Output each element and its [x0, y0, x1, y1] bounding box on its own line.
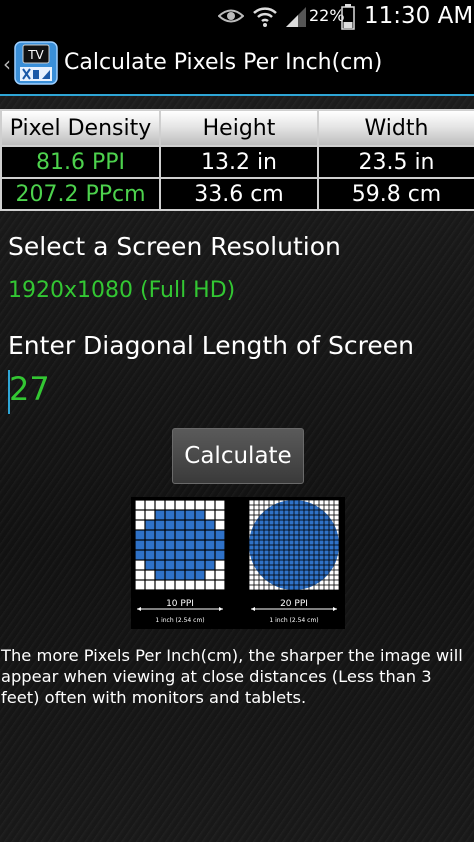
battery-percent: 22% [309, 6, 345, 25]
eye-icon [218, 9, 244, 23]
signal-icon [286, 7, 306, 27]
calculate-button[interactable]: Calculate [172, 428, 304, 484]
header-height: Height [159, 109, 319, 147]
description-text: The more Pixels Per Inch(cm), the sharpe… [1, 646, 463, 707]
app-title: Calculate Pixels Per Inch(cm) [64, 50, 383, 75]
status-bar: 22% 11:30 AM [0, 0, 474, 34]
height-cm: 33.6 cm [159, 177, 319, 211]
ppi-20-caption: 1 inch (2.54 cm) [269, 617, 318, 624]
height-inches: 13.2 in [159, 145, 319, 179]
resolution-spinner[interactable]: 1920x1080 (Full HD) [8, 278, 235, 303]
battery-icon [341, 4, 355, 30]
resolution-label: Select a Screen Resolution [8, 232, 341, 261]
ppi-10-caption: 1 inch (2.54 cm) [155, 617, 204, 624]
header-pixel-density: Pixel Density [0, 109, 161, 147]
diagonal-label: Enter Diagonal Length of Screen [8, 331, 414, 360]
wifi-icon [253, 7, 277, 27]
width-inches: 23.5 in [317, 145, 474, 179]
table-header-row: Pixel Density Height Width [0, 109, 474, 147]
back-chevron-icon[interactable]: ‹ [3, 52, 11, 76]
header-width: Width [317, 109, 474, 147]
clock: 11:30 AM [364, 3, 474, 29]
width-cm: 59.8 cm [317, 177, 474, 211]
ppi-comparison-image: 10 PPI 1 inch (2.54 cm) 20 PPI 1 inch (2… [131, 497, 345, 629]
table-row: 81.6 PPI 13.2 in 23.5 in [0, 145, 474, 179]
results-table: Pixel Density Height Width 81.6 PPI 13.2… [0, 109, 474, 211]
ppi-20-label: 20 PPI [280, 599, 308, 609]
table-row: 207.2 PPcm 33.6 cm 59.8 cm [0, 177, 474, 211]
action-bar: ‹ TV Calculate Pixels Per Inch(cm) [0, 34, 474, 96]
diagonal-input[interactable]: 27 [8, 370, 310, 414]
svg-text:TV: TV [27, 48, 44, 62]
ppi-10-label: 10 PPI [166, 599, 194, 609]
ppi-value: 81.6 PPI [0, 145, 161, 179]
ppcm-value: 207.2 PPcm [0, 177, 161, 211]
app-icon[interactable]: TV [14, 41, 58, 85]
diagonal-value: 27 [9, 370, 50, 408]
